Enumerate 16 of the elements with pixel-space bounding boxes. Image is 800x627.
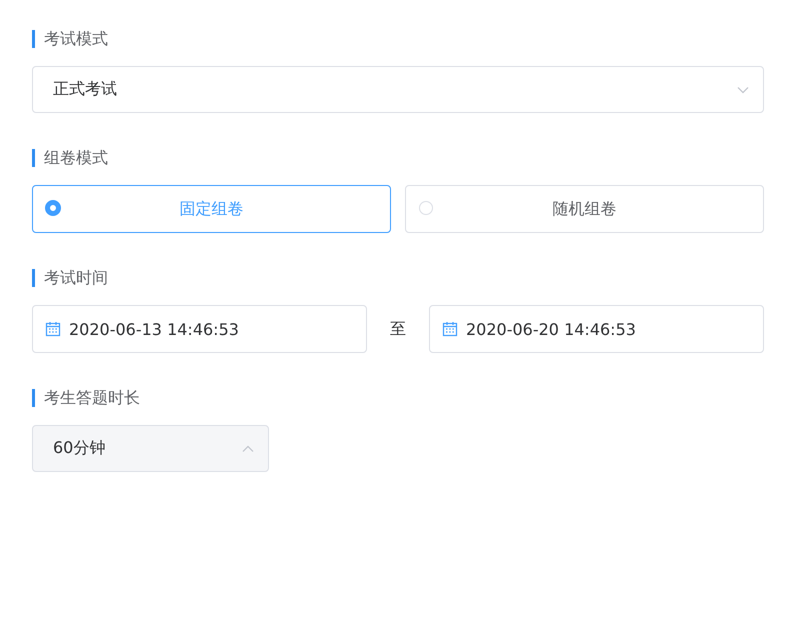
caret-icon [242, 444, 254, 452]
range-separator: 至 [389, 318, 407, 340]
radio-option[interactable]: 随机组卷 [405, 185, 764, 233]
radio-icon [45, 200, 61, 216]
caret-icon [737, 86, 749, 94]
date-field[interactable]: 2020-06-20 14:46:53 [429, 305, 764, 353]
calendar-icon [45, 321, 61, 337]
section-title: 考生答题时长 [32, 389, 764, 407]
radio-icon [419, 201, 433, 215]
section-title: 考试模式 [32, 30, 764, 48]
date-field[interactable]: 2020-06-13 14:46:53 [32, 305, 367, 353]
section-title: 组卷模式 [32, 149, 764, 167]
duration-select[interactable]: 60分钟 [32, 425, 269, 472]
calendar-icon [442, 321, 458, 337]
section-title: 考试时间 [32, 269, 764, 287]
exam-mode-select[interactable]: 正式考试 [32, 66, 764, 113]
